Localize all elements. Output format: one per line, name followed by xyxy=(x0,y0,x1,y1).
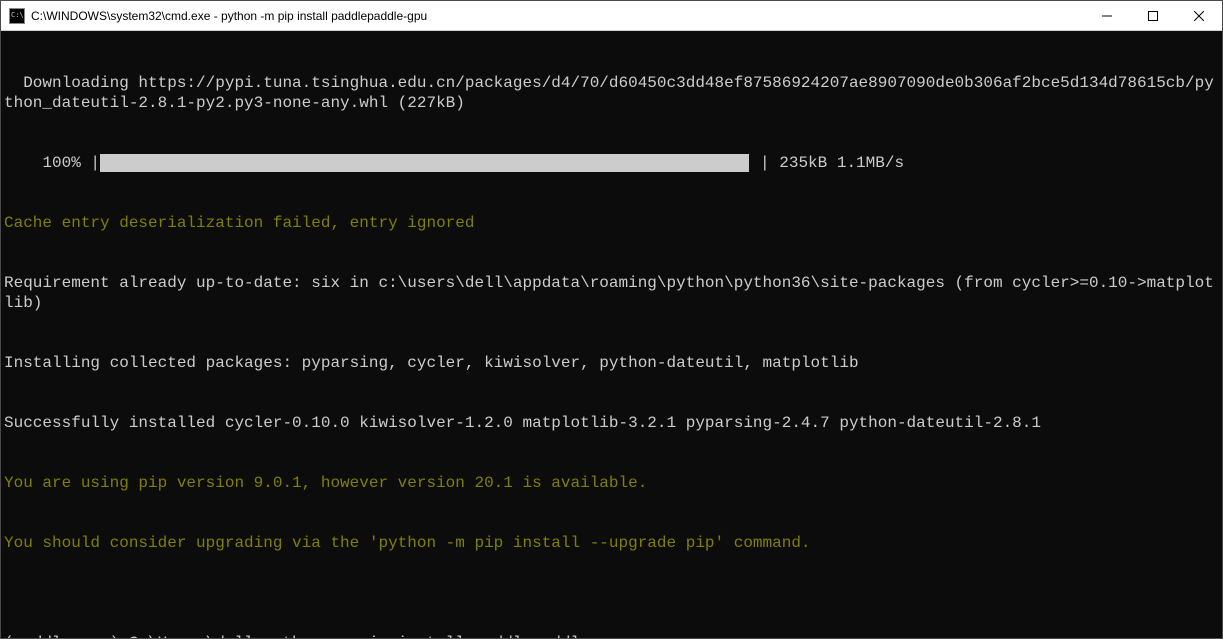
progress-block-full xyxy=(360,154,380,172)
window-controls xyxy=(1084,1,1222,30)
titlebar[interactable]: C:\WINDOWS\system32\cmd.exe - python -m … xyxy=(1,1,1222,31)
progress-block-full xyxy=(460,154,480,172)
pip-warning-line-1: You are using pip version 9.0.1, however… xyxy=(4,473,1219,493)
cache-warning-line: Cache entry deserialization failed, entr… xyxy=(4,213,1219,233)
installing-line: Installing collected packages: pyparsing… xyxy=(4,353,1219,373)
cmd-icon xyxy=(9,8,25,24)
progress-bar xyxy=(100,153,760,173)
progress-block-full xyxy=(500,154,520,172)
progress-block-full xyxy=(260,154,280,172)
progress-block-full xyxy=(480,154,500,172)
progress-block-full xyxy=(580,154,600,172)
progress-block-full xyxy=(180,154,200,172)
progress-block-partial xyxy=(740,154,760,172)
progress-block-full xyxy=(160,154,180,172)
pip-warning-line-2: You should consider upgrading via the 'p… xyxy=(4,533,1219,553)
progress-block-full xyxy=(540,154,560,172)
maximize-icon xyxy=(1148,11,1158,21)
progress-block-full xyxy=(220,154,240,172)
close-icon xyxy=(1194,11,1204,21)
success-line: Successfully installed cycler-0.10.0 kiw… xyxy=(4,413,1219,433)
progress-block-full xyxy=(280,154,300,172)
progress-block-full xyxy=(300,154,320,172)
progress-line: 100% || 235kB 1.1MB/s xyxy=(4,153,1219,173)
progress-block-full xyxy=(600,154,620,172)
progress-block-full xyxy=(620,154,640,172)
progress-block-full xyxy=(140,154,160,172)
cmd-window: C:\WINDOWS\system32\cmd.exe - python -m … xyxy=(0,0,1223,639)
progress-block-full xyxy=(640,154,660,172)
progress-block-full xyxy=(520,154,540,172)
progress-block-full xyxy=(240,154,260,172)
minimize-button[interactable] xyxy=(1084,1,1130,30)
progress-block-full xyxy=(720,154,740,172)
progress-block-full xyxy=(380,154,400,172)
requirement-line: Requirement already up-to-date: six in c… xyxy=(4,273,1219,313)
progress-block-full xyxy=(660,154,680,172)
progress-stats: 235kB 1.1MB/s xyxy=(770,153,904,173)
progress-block-full xyxy=(700,154,720,172)
progress-percent: 100% xyxy=(4,153,90,173)
prompt-line: (paddle_env) C:\Users\dell>python -m pip… xyxy=(4,633,1219,638)
progress-block-full xyxy=(120,154,140,172)
progress-block-full xyxy=(200,154,220,172)
progress-block-full xyxy=(100,154,120,172)
progress-block-full xyxy=(400,154,420,172)
progress-block-full xyxy=(320,154,340,172)
close-button[interactable] xyxy=(1176,1,1222,30)
progress-block-full xyxy=(560,154,580,172)
minimize-icon xyxy=(1102,11,1112,21)
progress-block-full xyxy=(680,154,700,172)
maximize-button[interactable] xyxy=(1130,1,1176,30)
progress-block-full xyxy=(420,154,440,172)
terminal-output[interactable]: Downloading https://pypi.tuna.tsinghua.e… xyxy=(1,31,1222,638)
window-title: C:\WINDOWS\system32\cmd.exe - python -m … xyxy=(31,9,1084,23)
progress-block-full xyxy=(340,154,360,172)
progress-block-full xyxy=(440,154,460,172)
download-line: Downloading https://pypi.tuna.tsinghua.e… xyxy=(4,73,1219,113)
